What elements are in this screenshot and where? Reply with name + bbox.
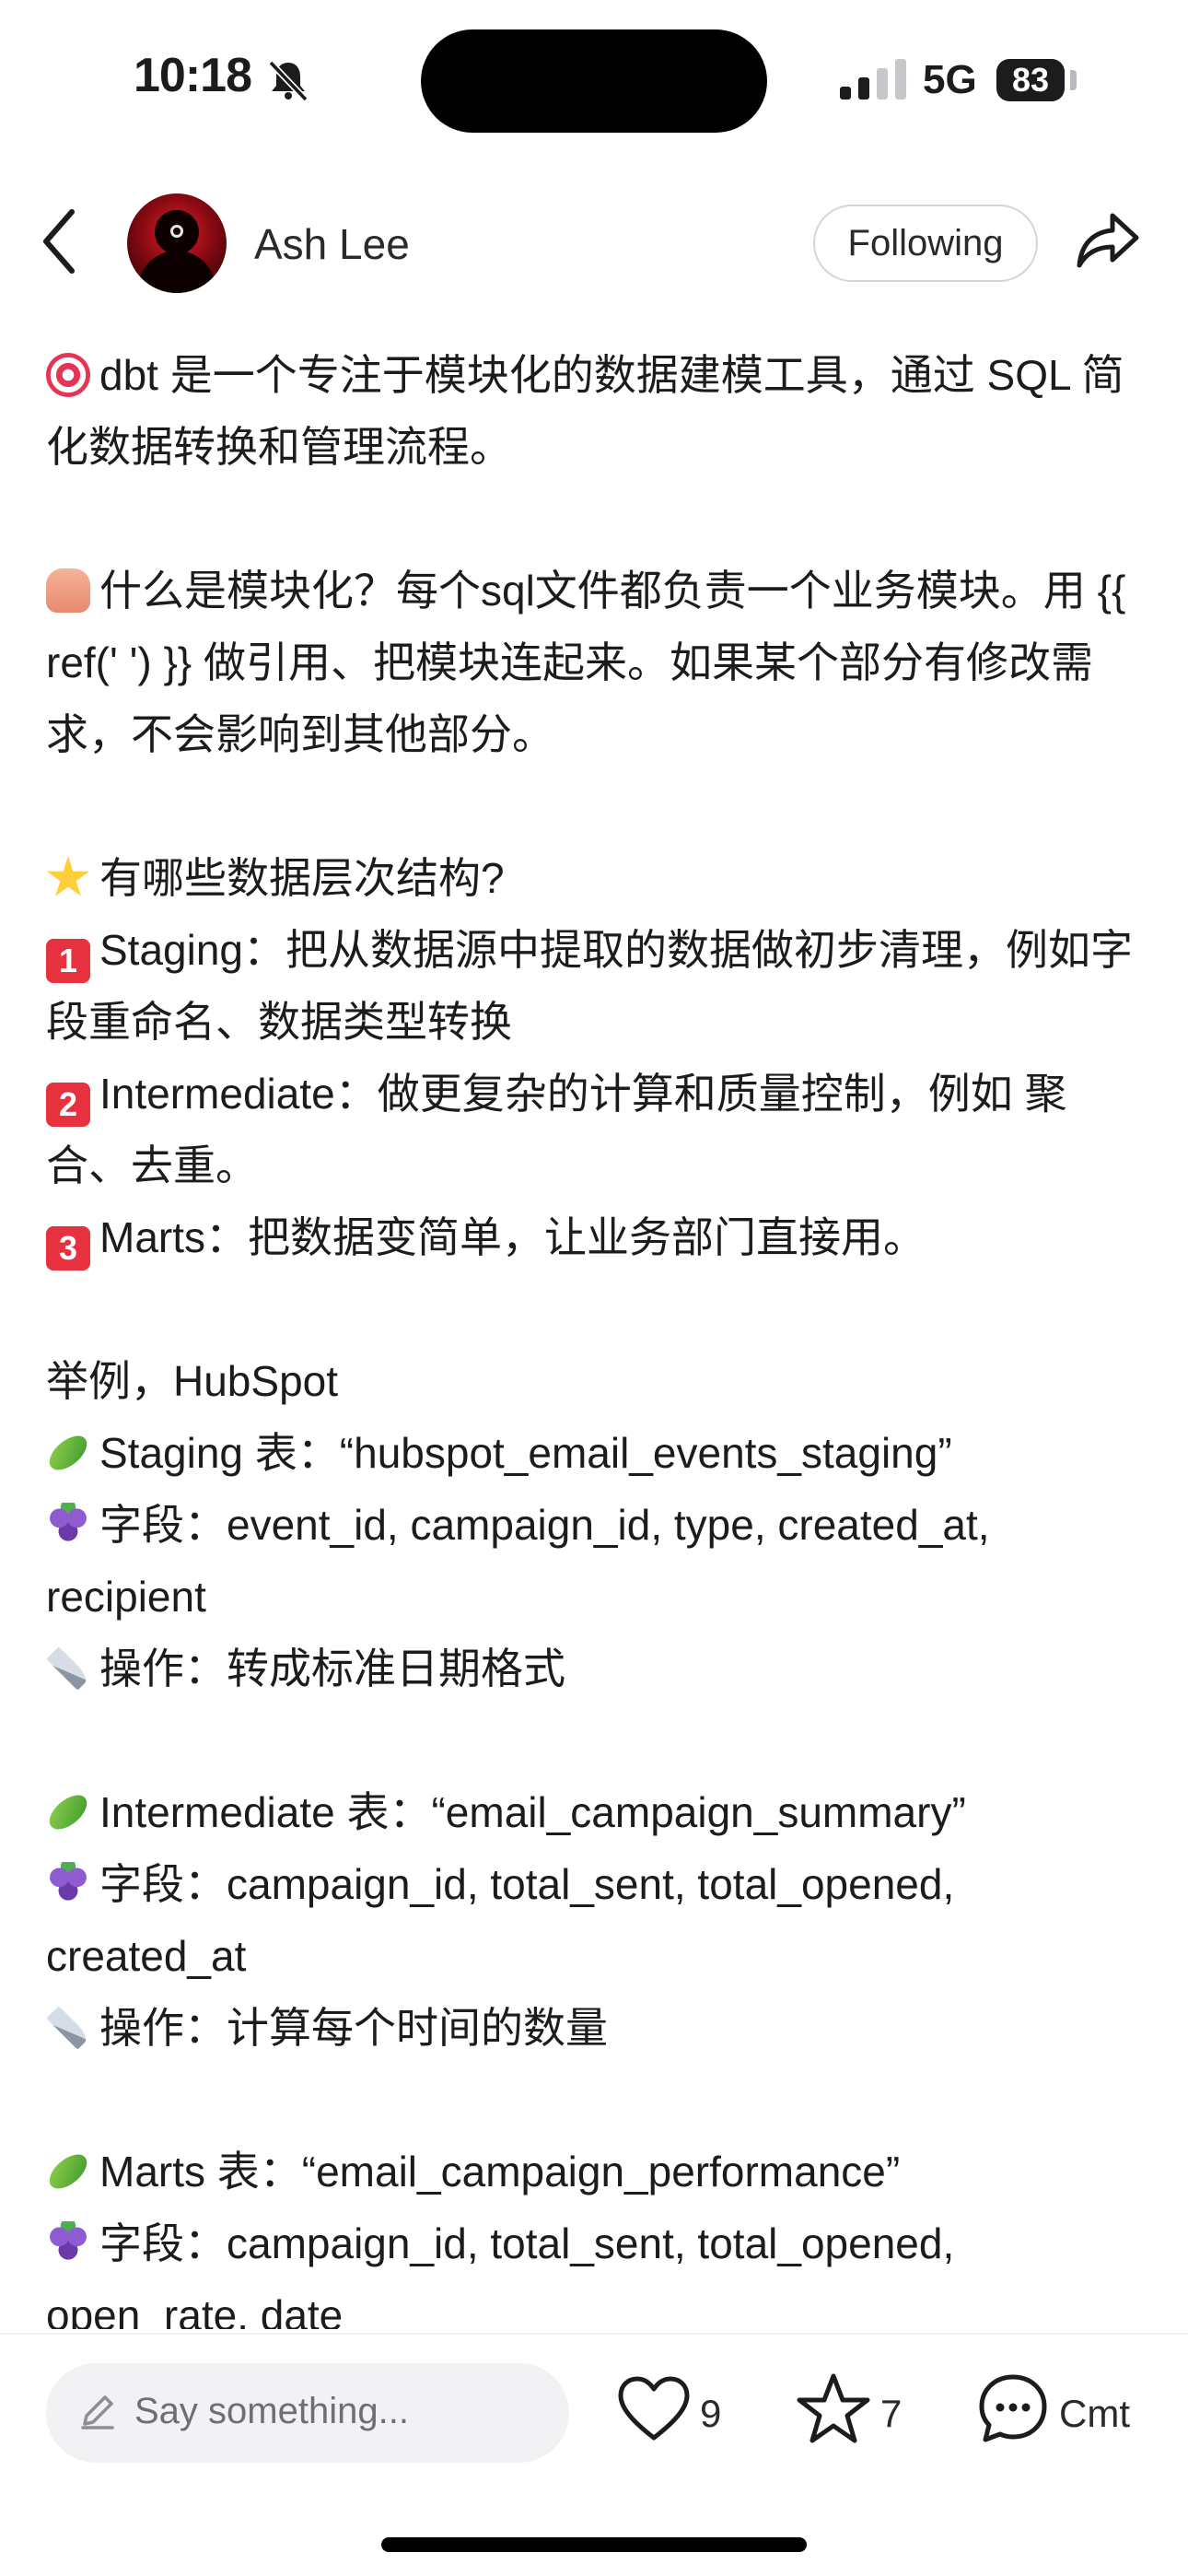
post-line: Marts 表：“email_campaign_performance” <box>46 2136 1147 2207</box>
cucumber-emoji-icon <box>46 1429 93 1477</box>
post-line: dbt 是一个专注于模块化的数据建模工具，通过 SQL 简化数据转换和管理流程。 <box>46 339 1147 483</box>
comment-placeholder: Say something... <box>134 2391 409 2431</box>
post-line-text: 操作：计算每个时间的数量 <box>99 2004 608 2052</box>
post-line-text: 有哪些数据层次结构? <box>99 854 505 902</box>
post-line: 操作：转成标准日期格式 <box>46 1633 1147 1704</box>
thumb-emoji-icon <box>46 568 90 613</box>
post-line-text: Intermediate：做更复杂的计算和质量控制，例如 聚合、去重。 <box>46 1070 1067 1189</box>
post-line: 1 Staging：把从数据源中提取的数据做初步清理，例如字段重命名、数据类型转换 <box>46 914 1147 1058</box>
avatar[interactable] <box>127 193 227 293</box>
post-line-text: 字段：campaign_id, total_sent, total_opened… <box>46 2219 955 2329</box>
grapes-emoji-icon <box>46 1503 90 1547</box>
post-line-text: 字段：campaign_id, total_sent, total_opened… <box>46 1860 955 1980</box>
post-line: Intermediate 表：“email_campaign_summary” <box>46 1776 1147 1848</box>
cucumber-emoji-icon <box>46 1788 93 1836</box>
grapes-emoji-icon <box>46 1862 90 1906</box>
post-line: 字段：event_id, campaign_id, type, created_… <box>46 1489 1147 1633</box>
home-indicator <box>381 2537 807 2552</box>
star-count: 7 <box>880 2392 903 2435</box>
post-line-text: 字段：event_id, campaign_id, type, created_… <box>46 1501 990 1621</box>
cucumber-emoji-icon <box>46 2148 93 2195</box>
bottom-divider <box>0 2333 1188 2335</box>
post-line-text: 操作：转成标准日期格式 <box>99 1645 565 1692</box>
battery-indicator: 83 <box>996 59 1065 101</box>
post-line-text: Marts 表：“email_campaign_performance” <box>99 2148 901 2195</box>
battery-cap <box>1070 70 1077 90</box>
knife-emoji-icon <box>46 1646 90 1691</box>
post-line: 什么是模块化？每个sql文件都负责一个业务模块。用 {{ ref(' ') }}… <box>46 555 1147 770</box>
post-line-text: dbt 是一个专注于模块化的数据建模工具，通过 SQL 简化数据转换和管理流程。 <box>46 351 1124 471</box>
post-line: 举例，HubSpot <box>46 1345 1147 1417</box>
author-name[interactable]: Ash Lee <box>254 219 410 269</box>
post-line: Staging 表：“hubspot_email_events_staging” <box>46 1417 1147 1489</box>
like-count: 9 <box>700 2392 722 2435</box>
num-emoji-icon: 3 <box>46 1226 90 1270</box>
post-line-text: Staging 表：“hubspot_email_events_staging” <box>99 1429 952 1477</box>
grapes-emoji-icon <box>46 2221 90 2266</box>
comment-label[interactable]: Cmt <box>1059 2392 1130 2436</box>
status-time: 10:18 <box>134 49 252 102</box>
post-line: 字段：campaign_id, total_sent, total_opened… <box>46 1848 1147 1992</box>
comment-icon[interactable] <box>976 2371 1050 2445</box>
knife-emoji-icon <box>46 2006 90 2050</box>
pencil-icon <box>81 2395 114 2430</box>
post-line-text: 什么是模块化？每个sql文件都负责一个业务模块。用 {{ ref(' ') }}… <box>46 567 1126 758</box>
post-line-text: Staging：把从数据源中提取的数据做初步清理，例如字段重命名、数据类型转换 <box>46 926 1134 1046</box>
network-label: 5G <box>923 57 977 102</box>
num-emoji-icon: 1 <box>46 939 90 983</box>
share-icon[interactable] <box>1076 210 1140 271</box>
star-emoji-icon <box>46 856 90 896</box>
post-line-text: Intermediate 表：“email_campaign_summary” <box>99 1788 966 1836</box>
bell-slash-icon <box>268 60 309 102</box>
post-content: dbt 是一个专注于模块化的数据建模工具，通过 SQL 简化数据转换和管理流程。… <box>46 339 1147 2329</box>
signal-icon <box>840 59 906 100</box>
post-line: 3 Marts：把数据变简单，让业务部门直接用。 <box>46 1201 1147 1273</box>
post-line: 有哪些数据层次结构? <box>46 842 1147 914</box>
back-icon[interactable] <box>37 205 83 278</box>
post-line: 2 Intermediate：做更复杂的计算和质量控制，例如 聚合、去重。 <box>46 1058 1147 1201</box>
post-line: 字段：campaign_id, total_sent, total_opened… <box>46 2207 1147 2329</box>
post-line-text: Marts：把数据变简单，让业务部门直接用。 <box>99 1213 926 1261</box>
target-emoji-icon <box>46 353 90 397</box>
heart-icon[interactable] <box>617 2375 691 2443</box>
num-emoji-icon: 2 <box>46 1083 90 1127</box>
dynamic-island <box>421 29 767 133</box>
star-icon[interactable] <box>796 2371 871 2445</box>
post-line: 操作：计算每个时间的数量 <box>46 1992 1147 2064</box>
post-line-text: 举例，HubSpot <box>46 1357 339 1405</box>
comment-input[interactable]: Say something... <box>46 2363 569 2463</box>
following-button[interactable]: Following <box>813 205 1038 282</box>
